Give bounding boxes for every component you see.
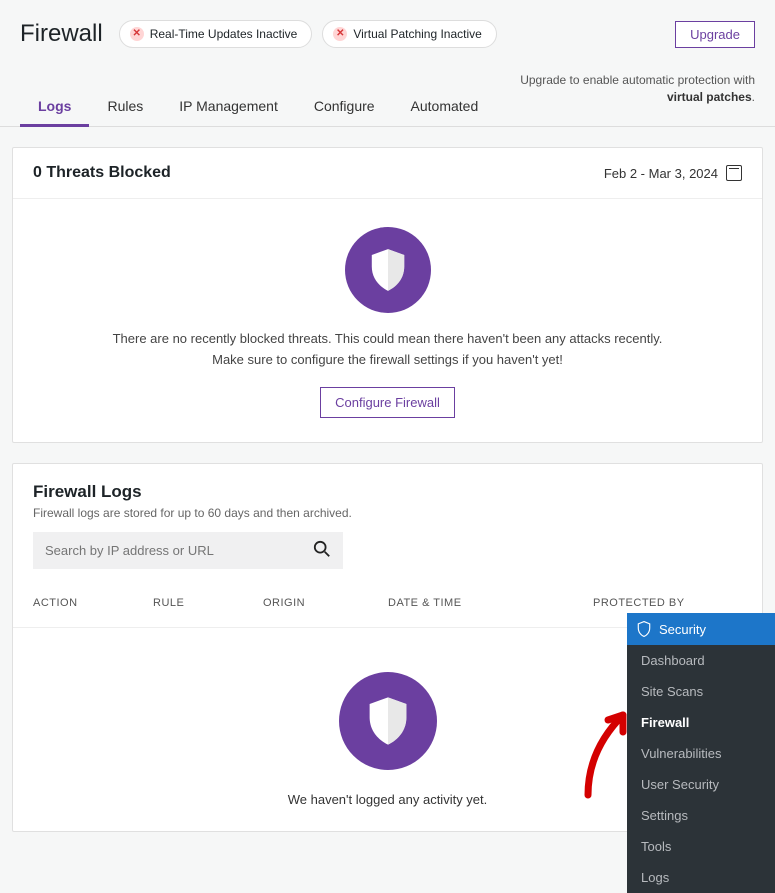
date-range-picker[interactable]: Feb 2 - Mar 3, 2024 (604, 165, 742, 181)
shield-icon (345, 227, 431, 313)
tab-rules[interactable]: Rules (89, 88, 161, 126)
col-protected-by: PROTECTED BY (593, 597, 742, 609)
virtual-patching-status-pill[interactable]: ✕ Virtual Patching Inactive (322, 20, 497, 48)
upgrade-promo-text: Upgrade to enable automatic protection w… (505, 72, 755, 106)
col-origin: ORIGIN (263, 597, 388, 609)
tab-logs[interactable]: Logs (20, 88, 89, 126)
admin-menu-head-label: Security (659, 622, 706, 637)
search-input[interactable] (33, 532, 301, 569)
pill-label: Virtual Patching Inactive (353, 27, 482, 41)
search-wrap (33, 532, 343, 569)
x-icon: ✕ (333, 27, 347, 41)
admin-item-vulnerabilities[interactable]: Vulnerabilities (627, 738, 775, 769)
configure-firewall-button[interactable]: Configure Firewall (320, 387, 455, 418)
col-action: ACTION (33, 597, 153, 609)
search-icon (313, 540, 331, 558)
admin-item-firewall[interactable]: Firewall (627, 707, 775, 738)
empty-state-line-1: There are no recently blocked threats. T… (33, 331, 742, 346)
admin-item-user-security[interactable]: User Security (627, 769, 775, 800)
admin-item-logs[interactable]: Logs (627, 862, 775, 893)
upgrade-button[interactable]: Upgrade (675, 21, 755, 48)
tab-configure[interactable]: Configure (296, 88, 393, 126)
page-title: Firewall (20, 20, 103, 48)
empty-state-line-2: Make sure to configure the firewall sett… (33, 352, 742, 367)
pill-label: Real-Time Updates Inactive (150, 27, 298, 41)
col-date-time: DATE & TIME (388, 597, 593, 609)
shield-outline-icon (637, 621, 651, 637)
tab-ip-management[interactable]: IP Management (161, 88, 296, 126)
threats-blocked-title: 0 Threats Blocked (33, 164, 171, 182)
threats-blocked-card: 0 Threats Blocked Feb 2 - Mar 3, 2024 Th… (12, 147, 763, 443)
admin-menu-overlay: Security Dashboard Site Scans Firewall V… (627, 613, 775, 893)
calendar-icon (726, 165, 742, 181)
col-rule: RULE (153, 597, 263, 609)
date-range-text: Feb 2 - Mar 3, 2024 (604, 166, 718, 181)
x-icon: ✕ (130, 27, 144, 41)
tab-automated[interactable]: Automated (393, 88, 497, 126)
admin-item-dashboard[interactable]: Dashboard (627, 645, 775, 676)
admin-item-tools[interactable]: Tools (627, 831, 775, 862)
admin-item-settings[interactable]: Settings (627, 800, 775, 831)
promo-prefix: Upgrade to enable automatic protection w… (520, 73, 755, 87)
firewall-logs-subtitle: Firewall logs are stored for up to 60 da… (33, 506, 742, 520)
realtime-status-pill[interactable]: ✕ Real-Time Updates Inactive (119, 20, 313, 48)
firewall-logs-title: Firewall Logs (33, 482, 742, 502)
search-button[interactable] (301, 532, 343, 569)
shield-icon (339, 672, 437, 770)
promo-bold: virtual patches (667, 90, 752, 104)
admin-item-site-scans[interactable]: Site Scans (627, 676, 775, 707)
admin-menu-security[interactable]: Security (627, 613, 775, 645)
